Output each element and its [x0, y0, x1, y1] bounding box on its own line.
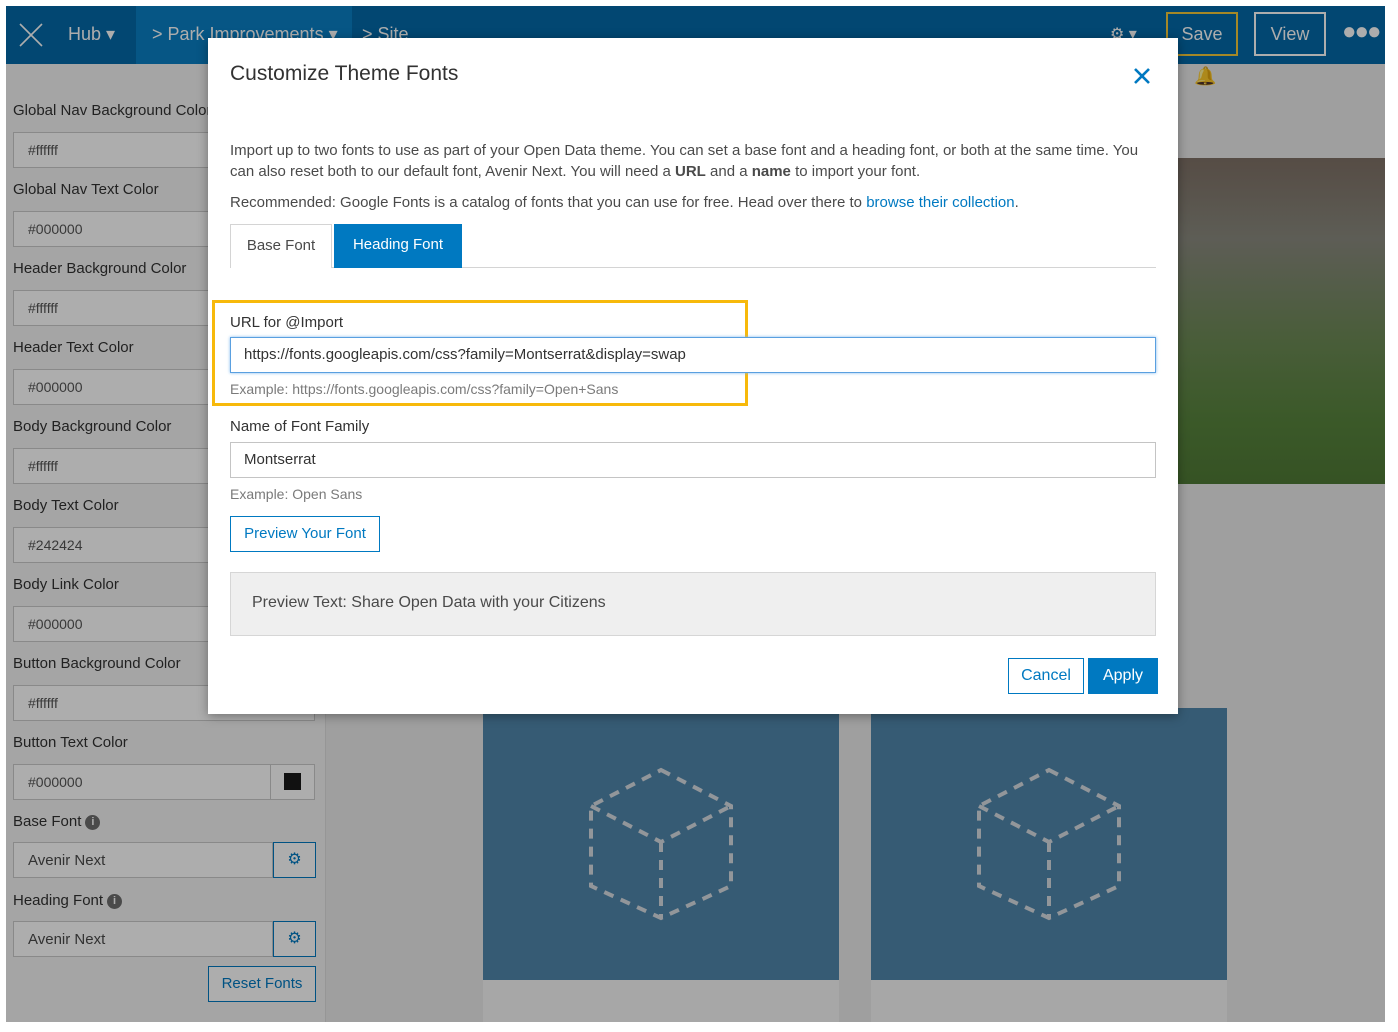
recommended-text: Recommended: Google Fonts is a catalog o… [230, 194, 867, 211]
font-family-name-label: Name of Font Family [230, 418, 370, 435]
apply-button[interactable]: Apply [1088, 658, 1158, 694]
cancel-button[interactable]: Cancel [1008, 658, 1084, 694]
modal-title: Customize Theme Fonts [230, 62, 459, 85]
intro-url: URL [675, 163, 706, 180]
preview-text-box: Preview Text: Share Open Data with your … [230, 572, 1156, 636]
url-import-input[interactable]: https://fonts.googleapis.com/css?family=… [230, 337, 1156, 373]
tab-heading-font[interactable]: Heading Font [334, 224, 462, 268]
font-family-name-hint: Example: Open Sans [230, 486, 363, 502]
customize-fonts-modal: Customize Theme Fonts Import up to two f… [208, 38, 1178, 714]
intro-text: and a [705, 163, 752, 180]
intro-text: to import your font. [790, 163, 921, 180]
app-frame: Hub ▾ > Park Improvements ▾ > Site ⚙ ▾ S… [6, 6, 1385, 1022]
modal-recommended: Recommended: Google Fonts is a catalog o… [230, 192, 1150, 213]
preview-font-button[interactable]: Preview Your Font [230, 516, 380, 552]
close-icon[interactable] [1130, 64, 1154, 88]
font-tabs: Base Font Heading Font [230, 224, 1156, 268]
intro-name: name [751, 163, 791, 180]
tab-base-font[interactable]: Base Font [230, 224, 332, 268]
modal-intro: Import up to two fonts to use as part of… [230, 140, 1150, 182]
browse-collection-link[interactable]: browse their collection [866, 194, 1014, 211]
url-import-hint: Example: https://fonts.googleapis.com/cs… [230, 381, 619, 397]
recommended-end: . [1014, 194, 1019, 211]
url-import-label: URL for @Import [230, 314, 344, 331]
font-family-name-input[interactable]: Montserrat [230, 442, 1156, 478]
